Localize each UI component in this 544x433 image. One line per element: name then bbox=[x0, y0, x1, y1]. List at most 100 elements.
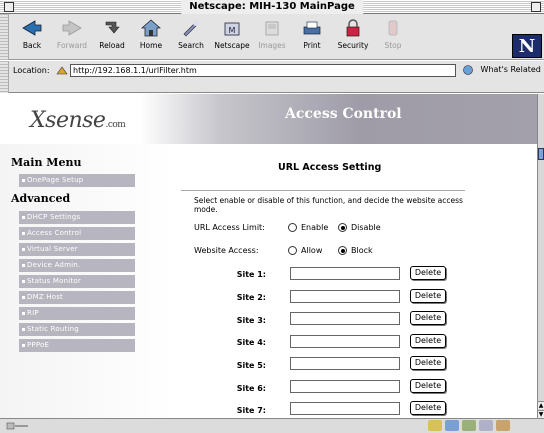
newsgroups-component-icon[interactable] bbox=[462, 420, 476, 431]
website-block-radio[interactable] bbox=[338, 246, 347, 255]
forward-button[interactable]: Forward bbox=[52, 18, 92, 50]
menu-item-dmz-host[interactable]: DMZ Host bbox=[19, 291, 135, 304]
website-allow-label: Allow bbox=[301, 246, 323, 255]
reload-icon bbox=[105, 21, 120, 34]
page-proxy-icon[interactable] bbox=[56, 65, 68, 76]
scroll-up-arrow[interactable]: ▲ bbox=[538, 401, 544, 409]
reload-label: Reload bbox=[99, 41, 125, 50]
security-button[interactable]: Security bbox=[333, 18, 373, 50]
menu-item-dhcp-settings[interactable]: DHCP Settings bbox=[19, 211, 135, 224]
page-content: Xsense.com Access Control Main Menu OneP… bbox=[0, 94, 537, 418]
whats-related-button[interactable]: What's Related bbox=[462, 64, 541, 75]
site-3-label: Site 3: bbox=[236, 316, 266, 325]
logo-suffix: .com bbox=[105, 120, 126, 130]
menu-item-virtual-server[interactable]: Virtual Server bbox=[19, 243, 135, 256]
website-block-label: Block bbox=[351, 246, 373, 255]
back-label: Back bbox=[22, 41, 42, 50]
stop-icon bbox=[388, 20, 398, 36]
images-button[interactable]: Images bbox=[252, 18, 292, 50]
home-label: Home bbox=[139, 41, 163, 50]
security-status-icon[interactable] bbox=[6, 421, 30, 431]
window-title: Netscape: MIH-130 MainPage bbox=[181, 0, 363, 14]
security-lock-icon bbox=[346, 19, 360, 37]
netscape-icon: M bbox=[224, 22, 240, 36]
search-icon bbox=[183, 20, 199, 37]
menu-item-status-monitor[interactable]: Status Monitor bbox=[19, 275, 135, 288]
security-label: Security bbox=[337, 41, 369, 50]
sidebar-menu: Main Menu OnePage Setup Advanced DHCP Se… bbox=[0, 144, 175, 418]
netscape-logo[interactable]: N bbox=[512, 34, 542, 58]
menu-item-access-control[interactable]: Access Control bbox=[19, 227, 135, 240]
site-6-delete-button[interactable]: Delete bbox=[410, 379, 446, 393]
site-1-label: Site 1: bbox=[236, 270, 266, 279]
site-3-input[interactable] bbox=[290, 312, 400, 325]
location-collapse-tab[interactable] bbox=[0, 61, 9, 93]
site-5-label: Site 5: bbox=[236, 361, 266, 370]
close-box[interactable] bbox=[4, 2, 14, 12]
zoom-box[interactable] bbox=[531, 2, 541, 12]
form-description: Select enable or disable of this functio… bbox=[194, 196, 463, 214]
whats-related-label: What's Related bbox=[480, 65, 541, 74]
url-input[interactable]: http://192.168.1.1/urlFilter.htm bbox=[70, 64, 456, 77]
site-7-delete-button[interactable]: Delete bbox=[410, 401, 446, 415]
site-2-input[interactable] bbox=[290, 290, 400, 303]
home-icon bbox=[140, 19, 162, 37]
website-allow-radio[interactable] bbox=[288, 246, 297, 255]
site-4-input[interactable] bbox=[290, 335, 400, 348]
menu-item-onepage-setup[interactable]: OnePage Setup bbox=[19, 174, 135, 187]
site-7-input[interactable] bbox=[290, 402, 400, 415]
site-4-delete-button[interactable]: Delete bbox=[410, 334, 446, 348]
menu-item-static-routing[interactable]: Static Routing bbox=[19, 323, 135, 336]
site-5-input[interactable] bbox=[290, 357, 400, 370]
limit-enable-radio[interactable] bbox=[288, 223, 297, 232]
toolbar-collapse-tab[interactable] bbox=[0, 14, 9, 60]
print-icon bbox=[303, 21, 321, 35]
search-button[interactable]: Search bbox=[171, 18, 211, 50]
window-title-bar[interactable]: Netscape: MIH-130 MainPage bbox=[0, 0, 544, 14]
stop-button[interactable]: Stop bbox=[373, 18, 413, 50]
limit-disable-radio[interactable] bbox=[338, 223, 347, 232]
site-2-label: Site 2: bbox=[236, 293, 266, 302]
limit-disable-label: Disable bbox=[351, 223, 381, 232]
reload-button[interactable]: Reload bbox=[92, 18, 132, 50]
site-5-delete-button[interactable]: Delete bbox=[410, 356, 446, 370]
print-button[interactable]: Print bbox=[292, 18, 332, 50]
home-button[interactable]: Home bbox=[131, 18, 171, 50]
composer-component-icon[interactable] bbox=[496, 420, 510, 431]
svg-text:M: M bbox=[229, 26, 236, 35]
forward-label: Forward bbox=[56, 41, 88, 50]
back-arrow-icon bbox=[22, 20, 42, 36]
menu-item-pppoe[interactable]: PPPoE bbox=[19, 339, 135, 352]
logo-text: Xsense bbox=[30, 108, 106, 133]
advanced-heading: Advanced bbox=[11, 192, 71, 205]
mail-component-icon[interactable] bbox=[445, 420, 459, 431]
main-menu-heading: Main Menu bbox=[11, 156, 82, 169]
scrollbar-thumb[interactable] bbox=[538, 148, 544, 160]
site-1-delete-button[interactable]: Delete bbox=[410, 266, 446, 280]
scroll-down-arrow[interactable]: ▼ bbox=[538, 410, 544, 418]
site-6-input[interactable] bbox=[290, 380, 400, 393]
whats-related-icon bbox=[463, 65, 473, 75]
images-icon bbox=[265, 21, 279, 36]
website-access-label: Website Access: bbox=[194, 246, 259, 255]
url-access-form: URL Access Setting Select enable or disa… bbox=[178, 144, 537, 418]
navigator-component-icon[interactable] bbox=[428, 420, 442, 431]
site-6-label: Site 6: bbox=[236, 384, 266, 393]
print-label: Print bbox=[303, 41, 321, 50]
site-7-label: Site 7: bbox=[236, 406, 266, 415]
menu-item-rip[interactable]: RIP bbox=[19, 307, 135, 320]
site-1-input[interactable] bbox=[290, 267, 400, 280]
vertical-scrollbar[interactable]: ▲ ▼ bbox=[537, 94, 544, 418]
address-book-component-icon[interactable] bbox=[479, 420, 493, 431]
menu-item-device-admin[interactable]: Device Admin. bbox=[19, 259, 135, 272]
site-3-delete-button[interactable]: Delete bbox=[410, 311, 446, 325]
site-2-delete-button[interactable]: Delete bbox=[410, 289, 446, 303]
limit-enable-label: Enable bbox=[301, 223, 329, 232]
stop-label: Stop bbox=[384, 41, 402, 50]
location-bar: Location: http://192.168.1.1/urlFilter.h… bbox=[0, 61, 544, 93]
netscape-button[interactable]: M Netscape bbox=[212, 18, 252, 50]
back-button[interactable]: Back bbox=[12, 18, 52, 50]
component-bar bbox=[428, 420, 510, 432]
form-heading: URL Access Setting bbox=[278, 162, 382, 173]
banner-title: Access Control bbox=[285, 106, 402, 122]
